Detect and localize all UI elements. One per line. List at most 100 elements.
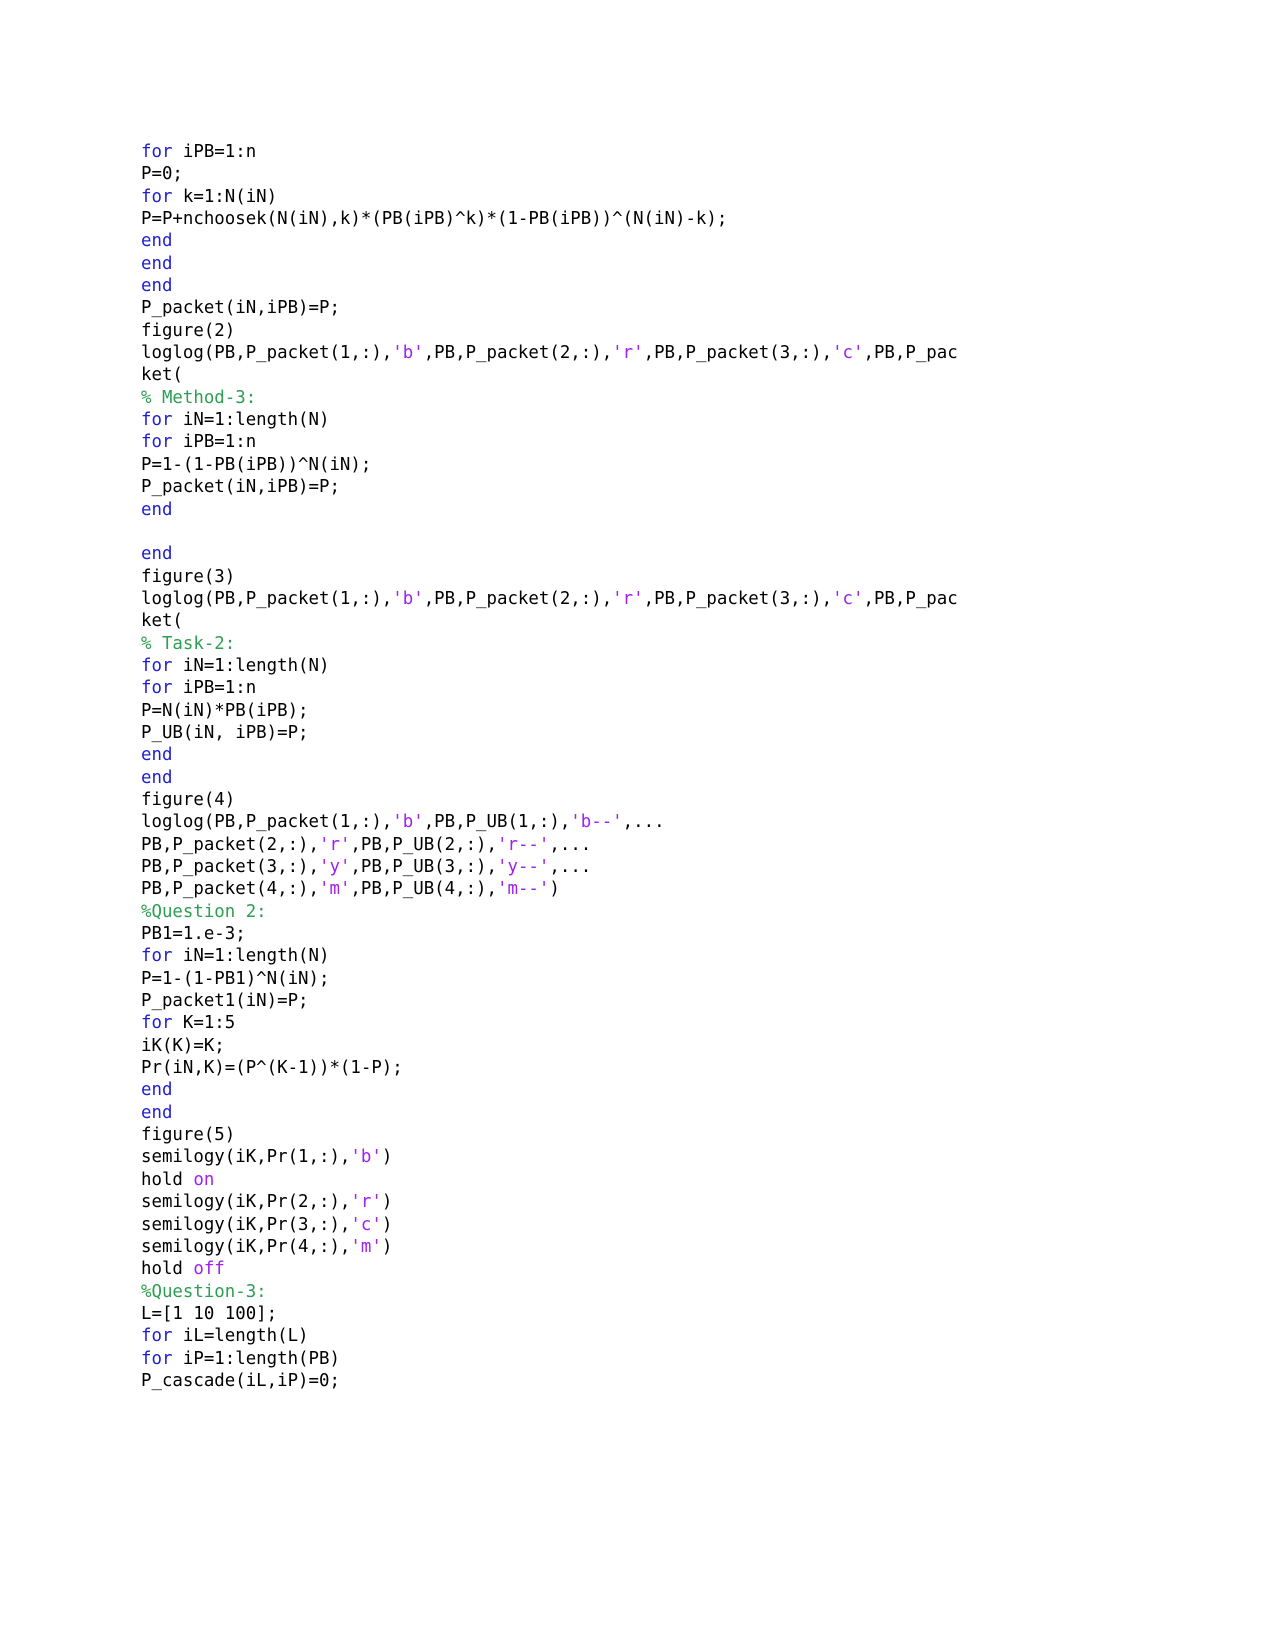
code-token-plain: iK(K)=K; (141, 1035, 225, 1056)
code-token-string: on (193, 1169, 215, 1190)
code-token-string: 'm' (319, 879, 351, 900)
code-token-plain: P_packet(iN,iPB)=P; (141, 477, 340, 498)
code-token-string: 'r' (319, 834, 351, 855)
code-token-string: 'b' (392, 588, 424, 609)
code-line: figure(5) (141, 1124, 1141, 1146)
code-token-plain: hold (141, 1259, 194, 1280)
code-line: ket( (141, 610, 1141, 632)
code-token-string: 'c' (832, 343, 864, 364)
code-line: end (141, 1102, 1141, 1124)
code-token-plain: ,... (549, 857, 592, 877)
code-line: figure(4) (141, 789, 1141, 811)
code-line: for iN=1:length(N) (141, 655, 1141, 677)
code-line: end (141, 230, 1141, 252)
code-token-comment: %Question 2: (141, 901, 267, 922)
code-line: end (141, 499, 1141, 521)
code-token-plain: ) (381, 1192, 393, 1213)
code-line: ket( (141, 364, 1141, 386)
code-token-string: 'b' (392, 812, 424, 833)
code-token-plain: ) (381, 1236, 393, 1257)
code-token-plain: iPB=1:n (172, 432, 257, 453)
code-token-plain: ) (549, 879, 560, 900)
code-line: for iN=1:length(N) (141, 945, 1141, 967)
code-line: hold off (141, 1258, 1141, 1280)
code-token-plain: ,PB,P_packet(2,:), (423, 343, 613, 364)
code-token-keyword: end (141, 767, 173, 788)
code-token-keyword: end (141, 499, 173, 520)
code-token-plain: figure(4) (141, 789, 236, 810)
code-token-plain: figure(2) (141, 320, 236, 341)
code-token-plain: iPB=1:n (172, 142, 257, 162)
code-token-plain: ,PB,P_packet(2,:), (423, 588, 613, 609)
code-token-keyword: for (141, 186, 173, 207)
code-token-keyword: end (141, 253, 173, 274)
code-line: loglog(PB,P_packet(1,:),'b',PB,P_packet(… (141, 342, 1141, 364)
code-line: figure(2) (141, 320, 1141, 342)
code-line: P=P+nchoosek(N(iN),k)*(PB(iPB)^k)*(1-PB(… (141, 208, 1141, 230)
code-line: L=[1 10 100]; (141, 1303, 1141, 1325)
code-token-comment: % Task-2: (141, 633, 236, 654)
code-token-string: off (193, 1259, 225, 1280)
code-line: loglog(PB,P_packet(1,:),'b',PB,P_packet(… (141, 588, 1141, 610)
code-token-keyword: for (141, 655, 173, 676)
code-line: for iN=1:length(N) (141, 409, 1141, 431)
code-line: end (141, 1079, 1141, 1101)
code-token-plain: ,PB,P_UB(3,:), (350, 857, 498, 877)
code-token-plain: hold (141, 1169, 194, 1190)
code-line: semilogy(iK,Pr(1,:),'b') (141, 1146, 1141, 1168)
code-token-plain: P_UB(iN, iPB)=P; (141, 722, 309, 743)
code-token-plain: loglog(PB,P_packet(1,:), (141, 588, 393, 609)
code-token-plain: figure(5) (141, 1125, 236, 1146)
code-token-plain: ) (381, 1147, 393, 1168)
code-token-plain: ,... (622, 812, 665, 833)
code-token-keyword: for (141, 432, 173, 453)
code-token-keyword: end (141, 745, 173, 766)
code-line: PB,P_packet(2,:),'r',PB,P_UB(2,:),'r--',… (141, 834, 1141, 856)
code-token-string: 'b--' (570, 812, 623, 833)
code-line: iK(K)=K; (141, 1035, 1141, 1057)
code-line: hold on (141, 1169, 1141, 1191)
code-token-plain: iN=1:length(N) (172, 410, 330, 431)
code-token-plain: P_packet(iN,iPB)=P; (141, 298, 340, 319)
code-line: % Method-3: (141, 387, 1141, 409)
code-token-keyword: for (141, 1013, 173, 1034)
code-token-plain: ,... (549, 834, 592, 855)
code-token-plain: PB,P_packet(3,:), (141, 857, 319, 877)
code-line: P=1-(1-PB1)^N(iN); (141, 968, 1141, 990)
code-token-plain: k=1:N(iN) (172, 186, 278, 207)
code-token-plain: iN=1:length(N) (172, 655, 330, 676)
code-token-keyword: for (141, 1326, 173, 1347)
code-token-plain: PB,P_packet(2,:), (141, 834, 319, 855)
code-line: end (141, 744, 1141, 766)
code-token-string: 'c' (832, 588, 864, 609)
code-token-comment: %Question-3: (141, 1281, 267, 1302)
code-token-plain: PB1=1.e-3; (141, 924, 246, 945)
code-line: for iP=1:length(PB) (141, 1348, 1141, 1370)
code-token-plain: P=1-(1-PB1)^N(iN); (141, 968, 330, 989)
code-token-plain: L=[1 10 100]; (141, 1303, 278, 1324)
code-token-string: 'r' (612, 343, 644, 364)
code-token-plain: ket( (141, 365, 183, 386)
code-token-plain: PB,P_packet(4,:), (141, 879, 319, 900)
code-token-string: 'y--' (497, 857, 550, 877)
code-token-plain: Pr(iN,K)=(P^(K-1))*(1-P); (141, 1058, 403, 1079)
code-token-plain: loglog(PB,P_packet(1,:), (141, 812, 393, 833)
code-token-plain: ,PB,P_packet(3,:), (643, 588, 833, 609)
code-token-plain: P=0; (141, 164, 183, 185)
code-line: end (141, 543, 1141, 565)
code-token-plain: ,PB,P_UB(4,:), (350, 879, 498, 900)
code-token-plain: iL=length(L) (172, 1326, 309, 1347)
code-line: for iPB=1:n (141, 677, 1141, 699)
code-line: P_cascade(iL,iP)=0; (141, 1370, 1141, 1392)
code-token-string: 'm--' (497, 879, 550, 900)
code-token-plain: P=N(iN)*PB(iPB); (141, 700, 309, 721)
code-line: for iL=length(L) (141, 1325, 1141, 1347)
code-line: Pr(iN,K)=(P^(K-1))*(1-P); (141, 1057, 1141, 1079)
code-line: P=0; (141, 163, 1141, 185)
code-token-keyword: end (141, 1080, 173, 1101)
code-line: loglog(PB,P_packet(1,:),'b',PB,P_UB(1,:)… (141, 811, 1141, 833)
code-token-keyword: for (141, 678, 173, 699)
code-line: P_packet1(iN)=P; (141, 990, 1141, 1012)
code-line: %Question 2: (141, 901, 1141, 923)
code-token-plain: semilogy(iK,Pr(1,:), (141, 1147, 351, 1168)
